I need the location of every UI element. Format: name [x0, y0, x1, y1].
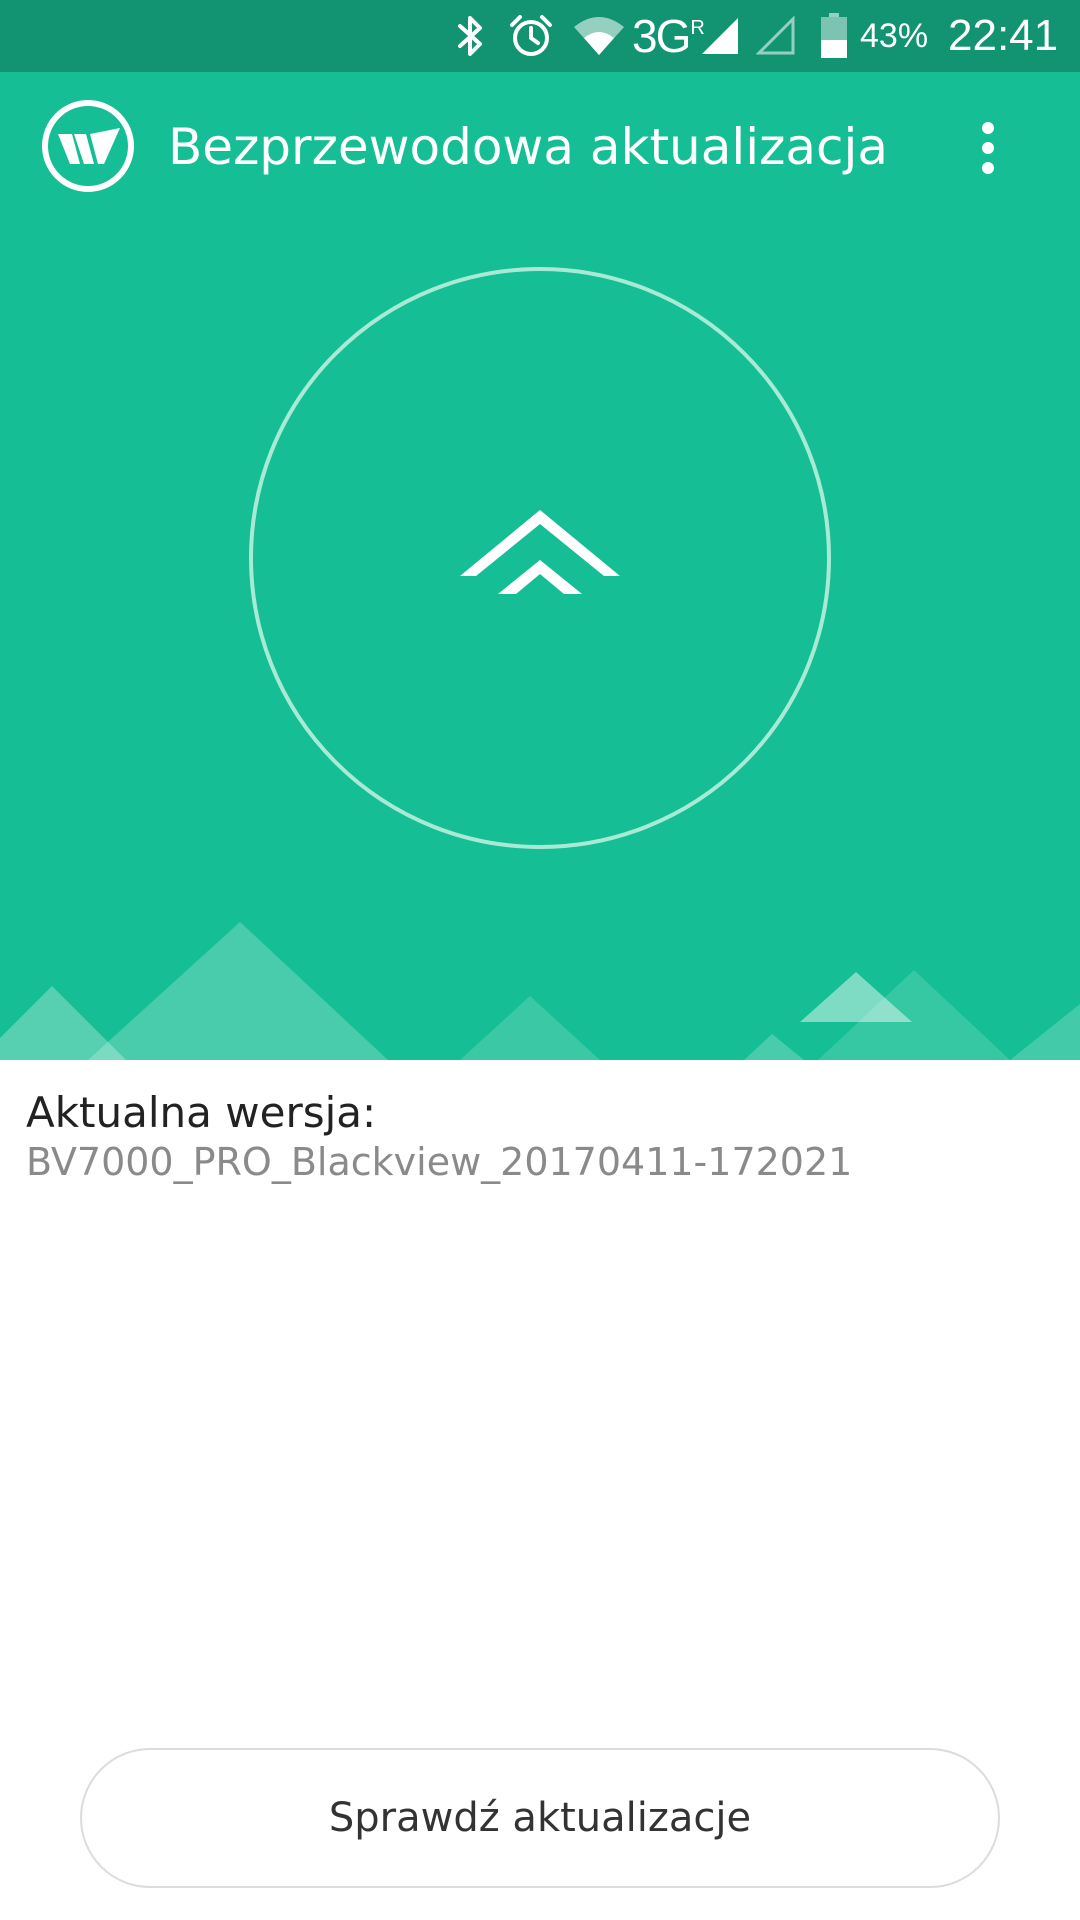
status-bar: 3G R 43% 22:41	[0, 0, 1080, 72]
more-options-button[interactable]	[960, 112, 1016, 184]
battery-percent: 43%	[860, 16, 929, 55]
more-vertical-icon	[982, 122, 994, 174]
current-version-value: BV7000_PRO_Blackview_20170411-172021	[26, 1140, 853, 1184]
battery-icon	[820, 0, 848, 72]
bluetooth-icon	[456, 0, 486, 72]
check-updates-label: Sprawdź aktualizacje	[328, 1795, 752, 1841]
update-circle[interactable]	[248, 266, 832, 850]
update-hero: Bezprzewodowa aktualizacja	[0, 72, 1080, 1060]
signal-empty-icon	[756, 0, 796, 72]
app-screen: 3G R 43% 22:41 Bezprzewodowa aktualizacj…	[0, 0, 1080, 1920]
network-type-label: 3G R	[632, 10, 705, 62]
app-title: Bezprzewodowa aktualizacja	[168, 118, 889, 176]
mountain-decoration	[0, 892, 1080, 1060]
wifi-icon	[572, 0, 626, 72]
wireless-update-logo-icon	[40, 98, 136, 194]
double-chevron-up-icon	[460, 510, 620, 594]
signal-icon	[700, 0, 740, 72]
alarm-icon	[508, 0, 554, 72]
current-version-label: Aktualna wersja:	[26, 1088, 377, 1137]
check-updates-button[interactable]: Sprawdź aktualizacje	[80, 1748, 1000, 1888]
clock-time: 22:41	[948, 11, 1059, 60]
